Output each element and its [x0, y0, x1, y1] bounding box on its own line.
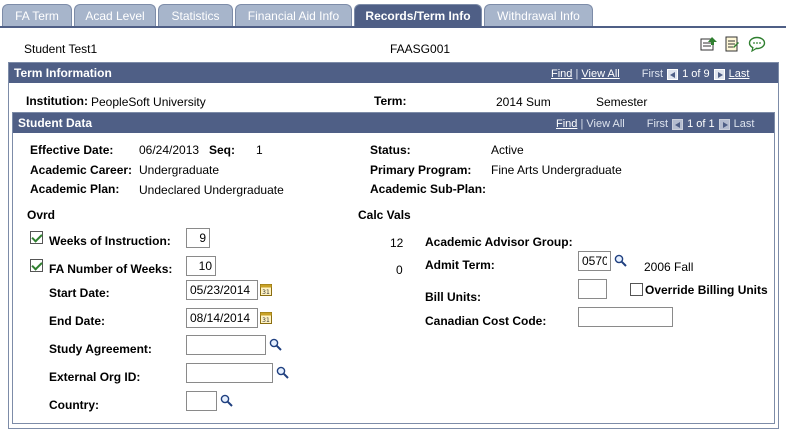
status-label: Status: [370, 143, 411, 157]
student-data-header: Student Data Find | View All First 1 of … [13, 113, 774, 133]
calc-vals-heading: Calc Vals [358, 208, 411, 222]
comment-icon[interactable] [748, 36, 766, 55]
row-range: 1 of 1 [687, 118, 715, 130]
tab-label: Financial Aid Info [247, 8, 340, 23]
override-billing-units-label: Override Billing Units [645, 283, 768, 297]
tab-fa-term[interactable]: FA Term [2, 4, 72, 26]
institution-value: PeopleSoft University [91, 95, 206, 109]
fa-weeks-override-checkbox[interactable] [30, 259, 43, 272]
term-value: 2014 Sum [496, 95, 551, 109]
student-data-navigation: Find | View All First 1 of 1 Last [556, 118, 754, 130]
status-value: Active [491, 143, 524, 157]
next-arrow-icon [718, 118, 730, 130]
notify-icon[interactable] [700, 36, 718, 55]
find-link[interactable]: Find [551, 68, 572, 80]
override-billing-units-checkbox[interactable] [630, 283, 643, 296]
calendar-icon[interactable]: 31 [260, 311, 272, 327]
nav-separator: | [572, 68, 582, 80]
start-date-input[interactable] [186, 280, 258, 300]
tab-underline [0, 26, 786, 28]
find-link[interactable]: Find [556, 118, 577, 130]
tab-label: Acad Level [85, 8, 145, 23]
calendar-icon[interactable]: 31 [260, 283, 272, 299]
term-information-header: Term Information Find | View All First 1… [9, 63, 778, 83]
term-type-value: Semester [596, 95, 648, 109]
previous-arrow-icon[interactable] [667, 68, 679, 80]
study-agreement-label: Study Agreement: [49, 342, 152, 356]
admit-term-input[interactable] [578, 251, 611, 271]
last-link[interactable]: Last [729, 68, 750, 80]
view-all-label: View All [586, 118, 625, 130]
weeks-of-instruction-label: Weeks of Instruction: [49, 234, 171, 248]
effective-date-value: 06/24/2013 [139, 143, 200, 157]
end-date-label: End Date: [49, 314, 106, 328]
primary-program-label: Primary Program: [370, 163, 472, 177]
academic-career-label: Academic Career: [30, 163, 133, 177]
tab-financial-aid-info[interactable]: Financial Aid Info [235, 4, 352, 26]
academic-advisor-group-label: Academic Advisor Group: [425, 235, 573, 249]
fa-number-of-weeks-input[interactable] [186, 256, 216, 276]
magnifier-icon[interactable] [614, 254, 627, 270]
add-note-icon[interactable] [724, 36, 740, 55]
canadian-cost-code-input[interactable] [578, 307, 673, 327]
row-range: 1 of 9 [682, 68, 710, 80]
tab-label: FA Term [15, 8, 59, 23]
primary-program-value: Fine Arts Undergraduate [491, 163, 622, 177]
effective-date-label: Effective Date: [30, 143, 114, 157]
weeks-override-checkbox[interactable] [30, 231, 43, 244]
academic-plan-label: Academic Plan: [30, 182, 120, 196]
seq-label: Seq: [209, 143, 236, 157]
nav-separator: | [577, 118, 587, 130]
magnifier-icon[interactable] [220, 394, 233, 410]
external-org-id-label: External Org ID: [49, 370, 141, 384]
first-label: First [646, 118, 669, 130]
magnifier-icon[interactable] [269, 338, 282, 354]
start-date-label: Start Date: [49, 286, 110, 300]
weeks-of-instruction-input[interactable] [186, 228, 210, 248]
tab-statistics[interactable]: Statistics [158, 4, 233, 26]
term-information-title: Term Information [14, 66, 112, 80]
ovrd-heading: Ovrd [27, 208, 56, 222]
svg-text:31: 31 [262, 317, 270, 324]
last-label: Last [733, 118, 755, 130]
country-input[interactable] [186, 391, 217, 411]
tab-label: Records/Term Info [365, 8, 471, 23]
term-label: Term: [374, 94, 407, 108]
view-all-link[interactable]: View All [581, 68, 619, 80]
first-label: First [641, 68, 664, 80]
academic-sub-plan-label: Academic Sub-Plan: [370, 182, 487, 196]
external-org-id-input[interactable] [186, 363, 273, 383]
academic-plan-value: Undeclared Undergraduate [139, 183, 284, 197]
bill-units-input[interactable] [578, 279, 607, 299]
svg-text:31: 31 [262, 289, 270, 296]
academic-career-value: Undergraduate [139, 163, 220, 177]
next-arrow-icon[interactable] [713, 68, 725, 80]
tab-withdrawal-info[interactable]: Withdrawal Info [484, 4, 593, 26]
tab-acad-level[interactable]: Acad Level [74, 4, 156, 26]
tab-records-term-info[interactable]: Records/Term Info [354, 4, 482, 26]
student-data-title: Student Data [18, 116, 93, 130]
admit-term-label: Admit Term: [425, 258, 495, 272]
tab-label: Withdrawal Info [497, 8, 580, 23]
term-info-navigation: Find | View All First 1 of 9 Last [551, 68, 749, 80]
fa-number-of-weeks-label: FA Number of Weeks: [49, 262, 173, 276]
end-date-input[interactable] [186, 308, 258, 328]
country-label: Country: [49, 398, 99, 412]
tab-label: Statistics [171, 8, 220, 23]
bill-units-label: Bill Units: [425, 290, 481, 304]
study-agreement-input[interactable] [186, 335, 266, 355]
student-id: FAASG001 [390, 42, 451, 56]
student-name: Student Test1 [24, 42, 98, 56]
institution-label: Institution: [26, 94, 88, 108]
canadian-cost-code-label: Canadian Cost Code: [425, 314, 547, 328]
previous-arrow-icon [672, 118, 684, 130]
weeks-calc-value: 12 [390, 236, 404, 250]
admit-term-description: 2006 Fall [644, 260, 694, 274]
magnifier-icon[interactable] [276, 366, 289, 382]
seq-value: 1 [256, 143, 263, 157]
fa-weeks-calc-value: 0 [396, 263, 403, 277]
